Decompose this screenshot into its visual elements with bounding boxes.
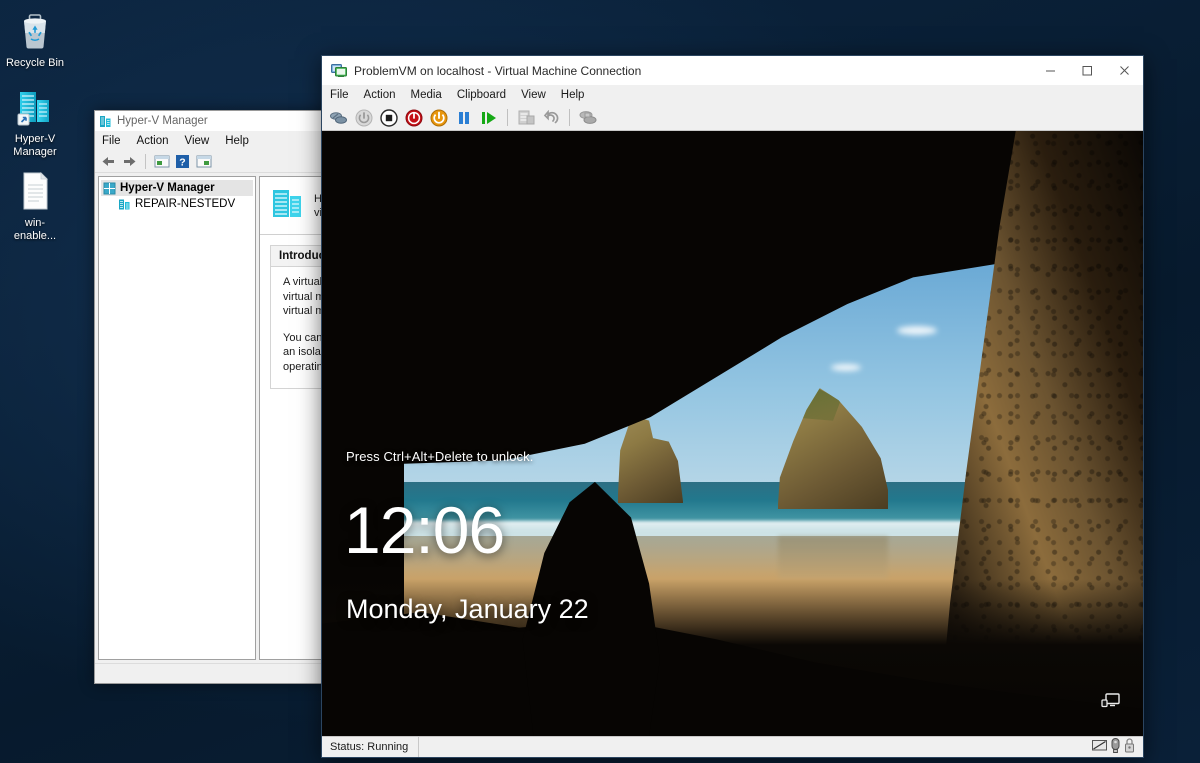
hyper-v-menu-help[interactable]: Help — [225, 135, 249, 147]
virtual-machine-connection-window[interactable]: ProblemVM on localhost - Virtual Machine… — [321, 55, 1144, 758]
server-node-icon — [118, 198, 131, 211]
vm-menu-help[interactable]: Help — [561, 89, 585, 101]
power-save-icon[interactable] — [428, 107, 450, 129]
vm-titlebar[interactable]: ProblemVM on localhost - Virtual Machine… — [322, 56, 1143, 85]
ctrl-alt-del-icon[interactable] — [328, 107, 350, 129]
status-divider — [418, 737, 419, 757]
tree-item-label: Hyper-V Manager — [120, 182, 215, 194]
hyper-v-title-text: Hyper-V Manager — [117, 115, 208, 127]
pause-icon[interactable] — [453, 107, 475, 129]
desktop-icon-recycle-bin[interactable]: Recycle Bin — [4, 8, 66, 70]
vm-title-area: ProblemVM on localhost - Virtual Machine… — [322, 63, 1032, 78]
desktop-icon-label: Recycle Bin — [5, 57, 65, 69]
power-start-icon[interactable] — [353, 107, 375, 129]
arrow-right-icon[interactable] — [120, 152, 139, 171]
lock-screen-date: Monday, January 22 — [346, 593, 589, 624]
island-reflection — [777, 536, 889, 579]
play-reset-icon[interactable] — [478, 107, 500, 129]
enhanced-session-icon[interactable] — [577, 107, 599, 129]
checkpoint-icon[interactable] — [515, 107, 537, 129]
virtual-machine-icon — [331, 63, 347, 78]
vm-status-icons — [1092, 738, 1143, 756]
minimize-button[interactable] — [1032, 56, 1069, 85]
vm-screen[interactable]: Press Ctrl+Alt+Delete to unlock. 12:06 M… — [322, 131, 1143, 736]
tree-item-label: REPAIR-NESTEDV — [135, 198, 236, 210]
stop-square-icon[interactable] — [378, 107, 400, 129]
console-tree-icon[interactable] — [152, 152, 171, 171]
svg-text:?: ? — [179, 157, 185, 169]
vm-status-text: Status: Running — [330, 741, 409, 753]
hyper-v-manager-icon — [99, 115, 112, 128]
hyper-v-menu-view[interactable]: View — [185, 135, 210, 147]
close-button[interactable] — [1106, 56, 1143, 85]
hyper-v-menu-action[interactable]: Action — [137, 135, 169, 147]
vm-toolbar[interactable] — [322, 105, 1143, 131]
tree-item-hyper-v-manager[interactable]: Hyper-V Manager — [101, 180, 253, 196]
text-file-icon — [4, 168, 66, 214]
vm-menu-clipboard[interactable]: Clipboard — [457, 89, 506, 101]
hyper-v-console-tree[interactable]: Hyper-V Manager REPAIR-NESTEDV — [98, 176, 256, 660]
toolbar-separator — [145, 154, 146, 169]
arrow-left-icon[interactable] — [99, 152, 118, 171]
vm-menubar[interactable]: File Action Media Clipboard View Help — [322, 85, 1143, 105]
desktop-icon-label-line1: Hyper-V — [14, 133, 56, 145]
hyper-v-server-large-icon — [270, 185, 304, 226]
desktop-icon-label-line2: Manager — [13, 146, 57, 158]
key-lock-icon[interactable] — [1124, 738, 1135, 756]
vm-menu-view[interactable]: View — [521, 89, 546, 101]
vm-window-controls[interactable] — [1032, 56, 1143, 85]
vm-title-text: ProblemVM on localhost - Virtual Machine… — [354, 63, 642, 78]
hyper-v-root-icon — [103, 182, 116, 195]
recycle-bin-icon — [4, 8, 66, 54]
desktop-icon-win-enable-file[interactable]: win-enable... — [4, 168, 66, 243]
vm-menu-media[interactable]: Media — [411, 89, 442, 101]
network-screen-icon[interactable] — [1101, 692, 1121, 714]
monitor-icon[interactable] — [1092, 739, 1107, 755]
tree-item-repair-nestedv[interactable]: REPAIR-NESTEDV — [101, 196, 253, 212]
desktop-icon-label: win-enable... — [13, 217, 57, 242]
lock-screen-time: 12:06 — [344, 493, 505, 568]
vm-toolbar-separator-2 — [569, 109, 570, 126]
vm-statusbar: Status: Running — [322, 736, 1143, 757]
lock-screen-hint: Press Ctrl+Alt+Delete to unlock. — [346, 448, 534, 464]
vm-menu-file[interactable]: File — [330, 89, 349, 101]
question-mark-icon[interactable]: ? — [173, 152, 192, 171]
desktop-icon-hyper-v-manager[interactable]: Hyper-V Manager — [4, 84, 66, 159]
action-pane-icon[interactable] — [194, 152, 213, 171]
hyper-v-menu-file[interactable]: File — [102, 135, 121, 147]
hyper-v-server-icon — [4, 84, 66, 130]
power-shutdown-icon[interactable] — [403, 107, 425, 129]
maximize-button[interactable] — [1069, 56, 1106, 85]
revert-arrow-icon[interactable] — [540, 107, 562, 129]
vm-menu-action[interactable]: Action — [364, 89, 396, 101]
usb-device-icon[interactable] — [1111, 738, 1120, 756]
vm-toolbar-separator — [507, 109, 508, 126]
